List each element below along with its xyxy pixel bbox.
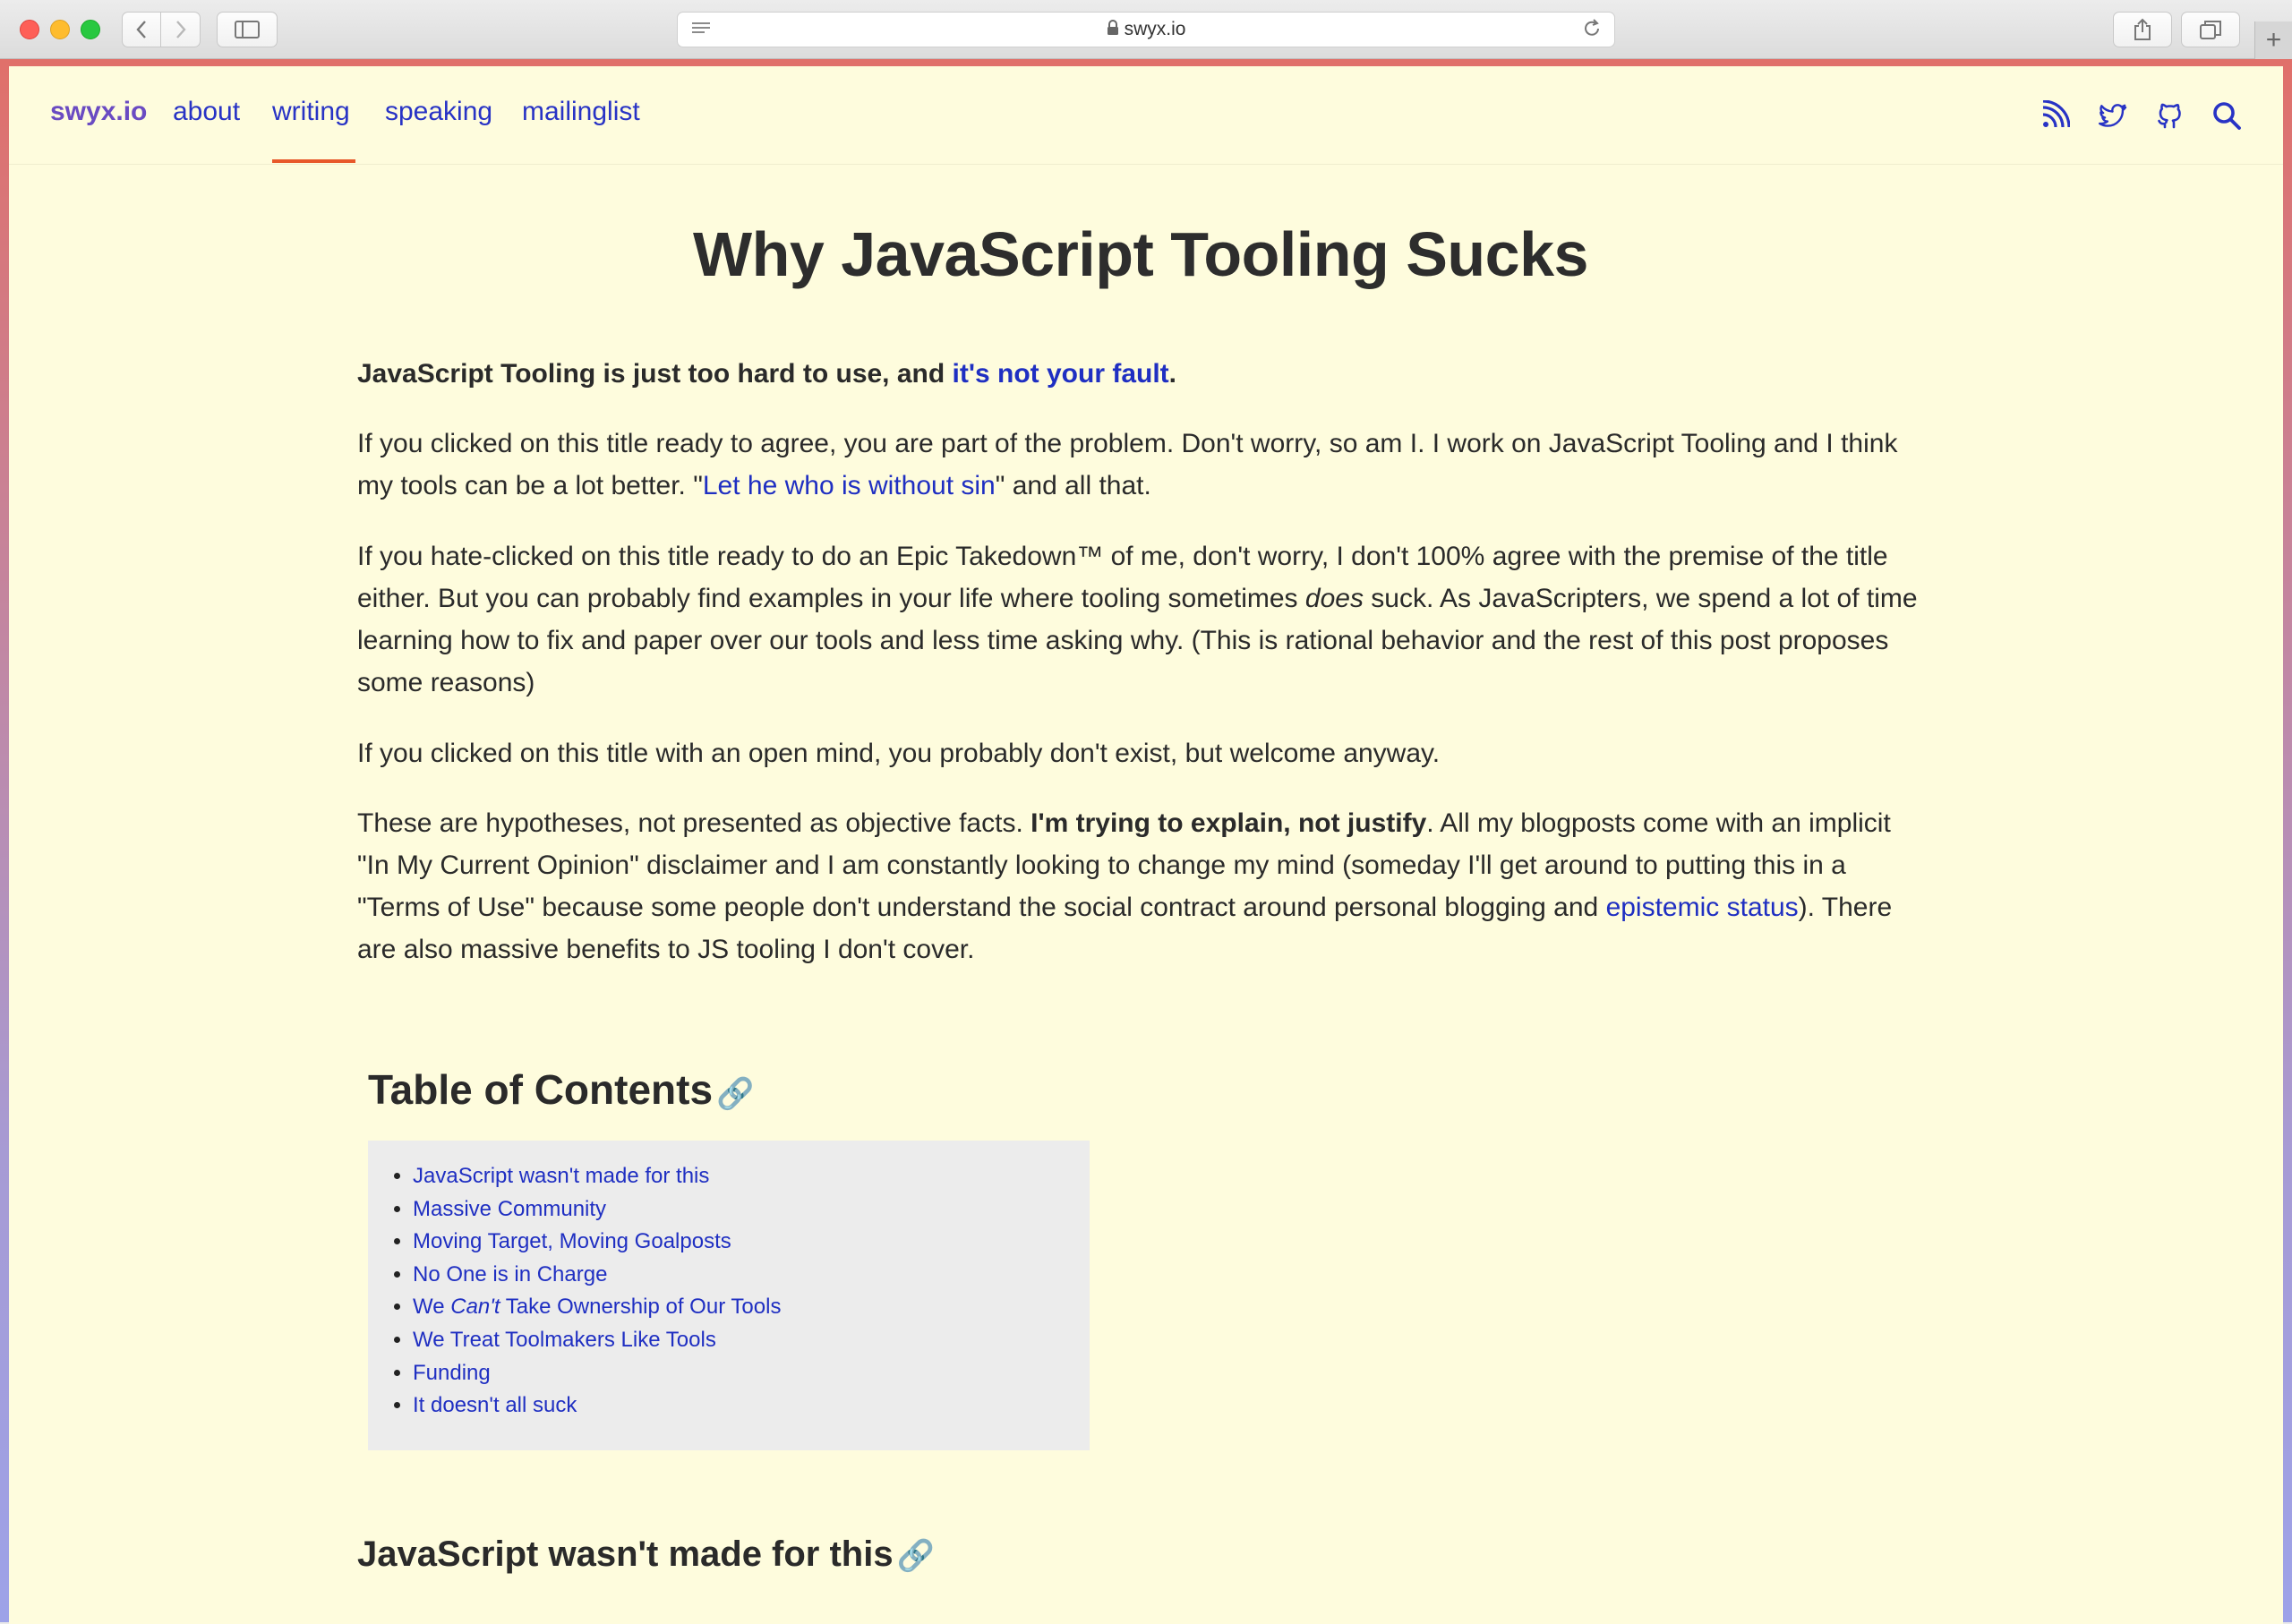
- section-heading-text: JavaScript wasn't made for this: [357, 1534, 894, 1574]
- toc-link-javascript-wasnt-made[interactable]: JavaScript wasn't made for this: [413, 1164, 709, 1188]
- toc-link-massive-community[interactable]: Massive Community: [413, 1197, 606, 1221]
- minimize-window-button[interactable]: [50, 20, 70, 39]
- toc-item: JavaScript wasn't made for this: [413, 1160, 1090, 1193]
- twitter-icon[interactable]: [2098, 100, 2128, 131]
- nav-link-writing[interactable]: writing: [272, 97, 350, 127]
- nav-link-speaking[interactable]: speaking: [385, 97, 492, 127]
- lead-end: .: [1168, 359, 1176, 389]
- page-content: swyx.io about writing speaking mailingli…: [9, 66, 2283, 1624]
- maximize-window-button[interactable]: [81, 20, 100, 39]
- new-tab-button[interactable]: +: [2254, 21, 2292, 59]
- tabs-overview-icon: [2200, 21, 2221, 39]
- paragraph-1-text-b: " and all that.: [995, 471, 1151, 500]
- lock-icon: [1107, 19, 1119, 40]
- show-tabs-button[interactable]: [2181, 12, 2240, 47]
- toc-item: No One is in Charge: [413, 1259, 1090, 1292]
- paragraph-3: If you clicked on this title with an ope…: [357, 739, 1441, 768]
- let-he-who-is-without-sin-link[interactable]: Let he who is without sin: [703, 471, 996, 500]
- page-frame: swyx.io about writing speaking mailingli…: [0, 59, 2292, 1624]
- paragraph-4-strong: I'm trying to explain, not justify: [1031, 808, 1427, 838]
- toc-link-emphasis: Can't: [450, 1295, 500, 1320]
- paragraph-1: If you clicked on this title ready to ag…: [357, 423, 1924, 507]
- toc-heading-text: Table of Contents: [368, 1066, 714, 1113]
- rss-icon[interactable]: [2040, 100, 2070, 131]
- page-title: Why JavaScript Tooling Sucks: [693, 219, 1588, 289]
- its-not-your-fault-link[interactable]: it's not your fault: [953, 359, 1169, 389]
- toc-item: We Treat Toolmakers Like Tools: [413, 1324, 1090, 1357]
- share-button[interactable]: [2113, 12, 2172, 47]
- forward-button[interactable]: [161, 12, 201, 47]
- nav-link-mailinglist[interactable]: mailinglist: [522, 97, 640, 127]
- toc-link-no-one-in-charge[interactable]: No One is in Charge: [413, 1262, 607, 1286]
- lead-text: JavaScript Tooling is just too hard to u…: [357, 359, 953, 389]
- chevron-left-icon: [136, 21, 146, 38]
- toc-item: Funding: [413, 1357, 1090, 1390]
- reload-icon[interactable]: [1582, 18, 1602, 46]
- toc-item: Massive Community: [413, 1193, 1090, 1227]
- toc-link-toolmakers[interactable]: We Treat Toolmakers Like Tools: [413, 1328, 716, 1352]
- plus-icon: +: [2265, 25, 2282, 55]
- toc-link-funding[interactable]: Funding: [413, 1361, 491, 1385]
- toc-item: We Can't Take Ownership of Our Tools: [413, 1291, 1090, 1324]
- back-button[interactable]: [122, 12, 161, 47]
- anchor-link-icon[interactable]: 🔗: [716, 1077, 754, 1111]
- toc-item: Moving Target, Moving Goalposts: [413, 1226, 1090, 1259]
- close-window-button[interactable]: [20, 20, 39, 39]
- share-icon: [2134, 18, 2151, 40]
- lead-paragraph: JavaScript Tooling is just too hard to u…: [357, 353, 1924, 395]
- address-bar[interactable]: swyx.io: [677, 12, 1615, 47]
- nav-link-about[interactable]: about: [173, 97, 240, 127]
- reader-mode-icon[interactable]: [690, 20, 712, 43]
- browser-toolbar: swyx.io +: [0, 0, 2292, 59]
- toc-item: It doesn't all suck: [413, 1389, 1090, 1423]
- anchor-link-icon[interactable]: 🔗: [897, 1539, 935, 1573]
- toc-heading: Table of Contents 🔗: [368, 1065, 754, 1114]
- toc-link-prefix: We: [413, 1295, 451, 1320]
- active-nav-indicator: [272, 159, 355, 163]
- search-icon[interactable]: [2211, 100, 2242, 131]
- github-icon[interactable]: [2154, 100, 2185, 131]
- chevron-right-icon: [175, 21, 186, 38]
- sidebar-toggle-button[interactable]: [217, 12, 278, 47]
- site-header: swyx.io about writing speaking mailingli…: [9, 66, 2283, 165]
- toc-link-take-ownership[interactable]: We Can't Take Ownership of Our Tools: [413, 1295, 781, 1319]
- paragraph-4-text-a: These are hypotheses, not presented as o…: [357, 808, 1031, 838]
- brand-link[interactable]: swyx.io: [50, 97, 147, 127]
- section-heading: JavaScript wasn't made for this 🔗: [357, 1534, 935, 1575]
- toc-link-it-doesnt-all-suck[interactable]: It doesn't all suck: [413, 1393, 577, 1417]
- url-text: swyx.io: [1124, 19, 1186, 39]
- toc-link-rest: Take Ownership of Our Tools: [505, 1295, 782, 1320]
- paragraph-2: If you hate-clicked on this title ready …: [357, 535, 1924, 704]
- toc-link-moving-target[interactable]: Moving Target, Moving Goalposts: [413, 1229, 731, 1253]
- paragraph-2-emphasis: does: [1304, 584, 1364, 613]
- paragraph-4: These are hypotheses, not presented as o…: [357, 802, 1924, 970]
- sidebar-icon: [235, 21, 260, 38]
- epistemic-status-link[interactable]: epistemic status: [1606, 893, 1799, 922]
- table-of-contents: JavaScript wasn't made for this Massive …: [368, 1141, 1090, 1450]
